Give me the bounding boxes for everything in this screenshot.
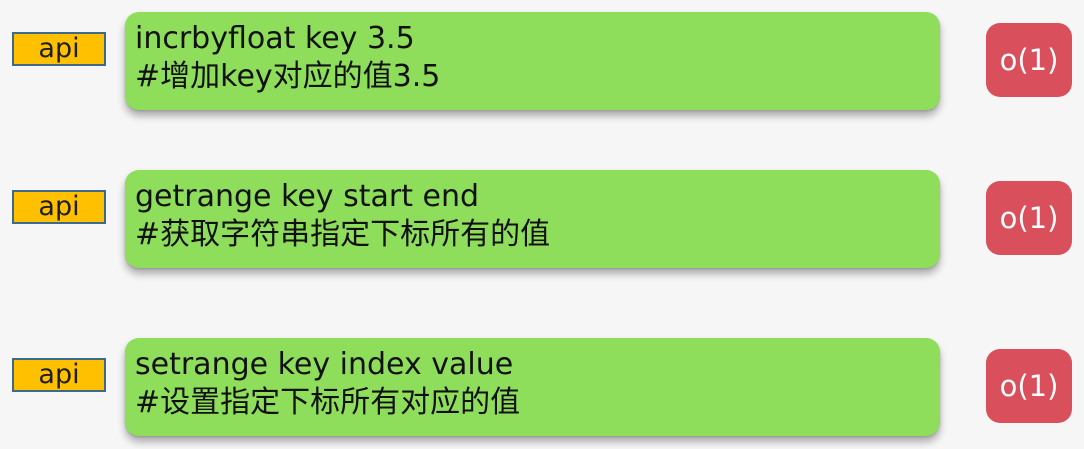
command-syntax: setrange key index value	[135, 347, 514, 382]
complexity-badge: o(1)	[986, 23, 1072, 97]
api-tag: api	[12, 358, 106, 392]
api-tag: api	[12, 32, 106, 66]
command-box: incrbyfloat key 3.5 #增加key对应的值3.5	[125, 12, 940, 110]
command-comment: #获取字符串指定下标所有的值	[135, 217, 551, 252]
complexity-badge: o(1)	[986, 349, 1072, 423]
api-row-getrange: api getrange key start end #获取字符串指定下标所有的…	[0, 170, 1084, 270]
complexity-badge: o(1)	[986, 181, 1072, 255]
api-row-setrange: api setrange key index value #设置指定下标所有对应…	[0, 338, 1084, 438]
command-box: setrange key index value #设置指定下标所有对应的值	[125, 338, 940, 436]
command-comment: #设置指定下标所有对应的值	[135, 385, 521, 420]
api-tag: api	[12, 190, 106, 224]
command-box: getrange key start end #获取字符串指定下标所有的值	[125, 170, 940, 268]
command-syntax: getrange key start end	[135, 179, 480, 214]
command-syntax: incrbyfloat key 3.5	[135, 21, 415, 56]
api-row-incrbyfloat: api incrbyfloat key 3.5 #增加key对应的值3.5 o(…	[0, 12, 1084, 112]
command-comment: #增加key对应的值3.5	[135, 59, 441, 94]
